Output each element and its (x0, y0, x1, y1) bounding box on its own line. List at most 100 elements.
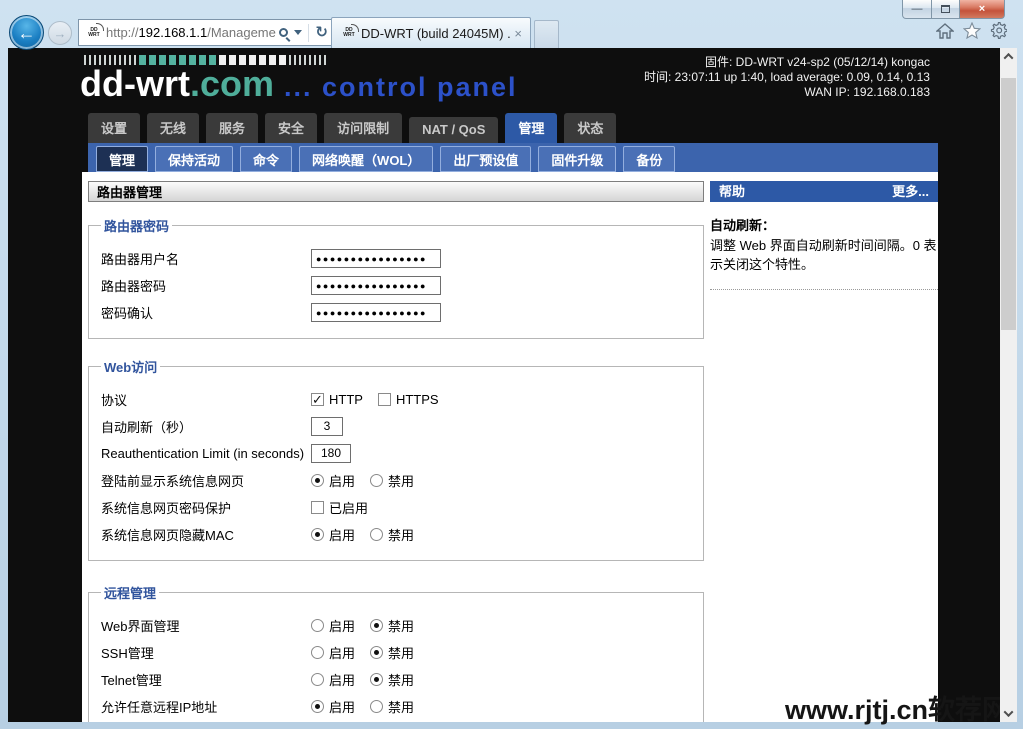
home-icon[interactable] (936, 22, 954, 39)
help-panel: 帮助 更多... 自动刷新： 调整 Web 界面自动刷新时间间隔。0 表示关闭这… (710, 181, 938, 290)
nav-tab-7[interactable]: 状态 (564, 113, 617, 143)
form-row: 密码确认 ●●●●●●●●●●●●●●●● (101, 299, 703, 326)
new-tab-button[interactable] (534, 20, 559, 48)
radio-checked[interactable] (311, 700, 324, 713)
minimize-button[interactable]: — (902, 0, 932, 19)
option: 启用 (311, 643, 355, 662)
field-control: 启用 禁用 (311, 471, 414, 490)
form-row: 系统信息网页密码保护 已启用 (101, 494, 703, 521)
option: ✓ HTTP (311, 392, 363, 407)
scroll-up-button[interactable] (1000, 48, 1017, 65)
radio-checked[interactable] (370, 673, 384, 686)
text-input[interactable]: 3 (311, 417, 343, 436)
nav-tab-0[interactable]: 设置 (88, 113, 141, 143)
checkbox-unchecked[interactable] (311, 501, 324, 514)
settings-gear-icon[interactable] (990, 22, 1007, 39)
sub-tab-6[interactable]: 备份 (623, 146, 676, 172)
scroll-down-button[interactable] (1000, 705, 1017, 722)
option: 禁用 (370, 616, 414, 635)
logo-block (289, 54, 291, 65)
address-bar[interactable]: DD WRT http://192.168.1.1/Manageme ↻ (78, 19, 334, 46)
browser-tab[interactable]: DD WRT DD-WRT (build 24045M) ... × (331, 17, 531, 48)
password-input[interactable]: ●●●●●●●●●●●●●●●● (311, 276, 441, 295)
chevron-down-icon (1003, 707, 1014, 718)
field-label: 自动刷新（秒） (101, 420, 193, 435)
sub-tab-5[interactable]: 固件升级 (538, 146, 617, 172)
radio-unchecked[interactable] (370, 700, 384, 713)
search-icon[interactable] (279, 28, 289, 37)
url-text[interactable]: http://192.168.1.1/Manageme (106, 25, 279, 40)
password-input[interactable]: ●●●●●●●●●●●●●●●● (311, 303, 441, 322)
option: HTTPS (377, 392, 439, 407)
refresh-icon[interactable]: ↻ (315, 25, 328, 40)
option-label: 禁用 (388, 700, 415, 715)
field-label: Reauthentication Limit (in seconds) (101, 446, 305, 461)
content-area: 路由器管理 路由器密码 路由器用户名 ●●●●●●●●●●●●●●●● 路由器密码 ●●… (82, 172, 938, 722)
radio-unchecked[interactable] (311, 673, 324, 686)
field-label: 密码确认 (101, 306, 154, 321)
field-control: ●●●●●●●●●●●●●●●● (311, 276, 441, 295)
web-page: dd-wrt.com ... control panel 固件: DD-WRT … (8, 48, 1000, 722)
close-icon: × (978, 3, 986, 15)
help-title: 帮助 (719, 184, 746, 199)
sub-tab-3[interactable]: 网络唤醒（WOL） (299, 146, 434, 172)
field-label: Web界面管理 (101, 619, 180, 634)
option-label: 启用 (329, 673, 356, 688)
radio-checked[interactable] (311, 474, 324, 487)
radio-checked[interactable] (370, 619, 384, 632)
sub-tab-1[interactable]: 保持活动 (155, 146, 234, 172)
radio-unchecked[interactable] (370, 528, 384, 541)
tab-close-icon[interactable]: × (511, 26, 525, 41)
option: 已启用 (311, 498, 368, 517)
maximize-icon (941, 5, 950, 13)
help-more-link[interactable]: 更多... (892, 181, 929, 202)
option-label: 禁用 (388, 474, 415, 489)
option: 启用 (311, 471, 355, 490)
nav-tab-6[interactable]: 管理 (505, 113, 558, 143)
form-row: Web界面管理 启用 禁用 (101, 612, 703, 639)
section-legend: 远程管理 (104, 586, 157, 601)
settings-section: 远程管理 Web界面管理 启用 禁用 SSH管理 启用 禁用 Telnet管理 启用 禁用 允许任意… (88, 583, 704, 722)
close-button[interactable]: × (959, 0, 1005, 19)
help-body: 调整 Web 界面自动刷新时间间隔。0 表示关闭这个特性。 (710, 238, 937, 272)
nav-tab-2[interactable]: 服务 (206, 113, 259, 143)
checkbox-checked[interactable]: ✓ (311, 393, 324, 406)
checkbox-unchecked[interactable] (377, 393, 391, 406)
page-scrollbar[interactable] (1000, 48, 1017, 722)
back-button[interactable]: ← (9, 15, 44, 50)
form-row: 登陆前显示系统信息网页 启用 禁用 (101, 467, 703, 494)
favorites-star-icon[interactable] (963, 22, 981, 39)
chevron-down-icon[interactable] (294, 30, 303, 35)
field-label: 系统信息网页密码保护 (101, 501, 232, 516)
forward-button[interactable]: → (48, 21, 72, 45)
radio-unchecked[interactable] (370, 474, 384, 487)
form-row: 允许任意远程IP地址 启用 禁用 (101, 693, 703, 720)
field-control: ●●●●●●●●●●●●●●●● (311, 303, 441, 322)
nav-tab-4[interactable]: 访问限制 (324, 113, 403, 143)
nav-tab-1[interactable]: 无线 (147, 113, 200, 143)
option: 禁用 (370, 697, 414, 716)
option: 禁用 (370, 643, 414, 662)
scrollbar-thumb[interactable] (1001, 78, 1016, 330)
text-input[interactable]: 180 (311, 444, 351, 463)
logo-block (309, 54, 311, 65)
password-input[interactable]: ●●●●●●●●●●●●●●●● (311, 249, 441, 268)
logo-block (299, 54, 301, 65)
sub-tab-0[interactable]: 管理 (96, 146, 149, 172)
radio-unchecked[interactable] (311, 646, 324, 659)
maximize-button[interactable] (931, 0, 960, 19)
radio-checked[interactable] (311, 528, 324, 541)
option-label: 已启用 (329, 501, 369, 516)
settings-section: Web访问 协议 ✓ HTTP HTTPS 自动刷新（秒） 3 Reauthenticatio… (88, 357, 704, 561)
radio-checked[interactable] (370, 646, 384, 659)
sub-tab-2[interactable]: 命令 (240, 146, 293, 172)
router-status-info: 固件: DD-WRT v24-sp2 (05/12/14) kongac 时间:… (644, 55, 930, 100)
nav-tab-3[interactable]: 安全 (265, 113, 318, 143)
sub-tab-4[interactable]: 出厂预设值 (440, 146, 532, 172)
option: 禁用 (370, 525, 414, 544)
option: 启用 (311, 616, 355, 635)
radio-unchecked[interactable] (311, 619, 324, 632)
settings-section: 路由器密码 路由器用户名 ●●●●●●●●●●●●●●●● 路由器密码 ●●●●●●●●… (88, 216, 704, 339)
nav-tab-5[interactable]: NAT / QoS (409, 117, 499, 143)
option-label: 启用 (329, 528, 356, 543)
